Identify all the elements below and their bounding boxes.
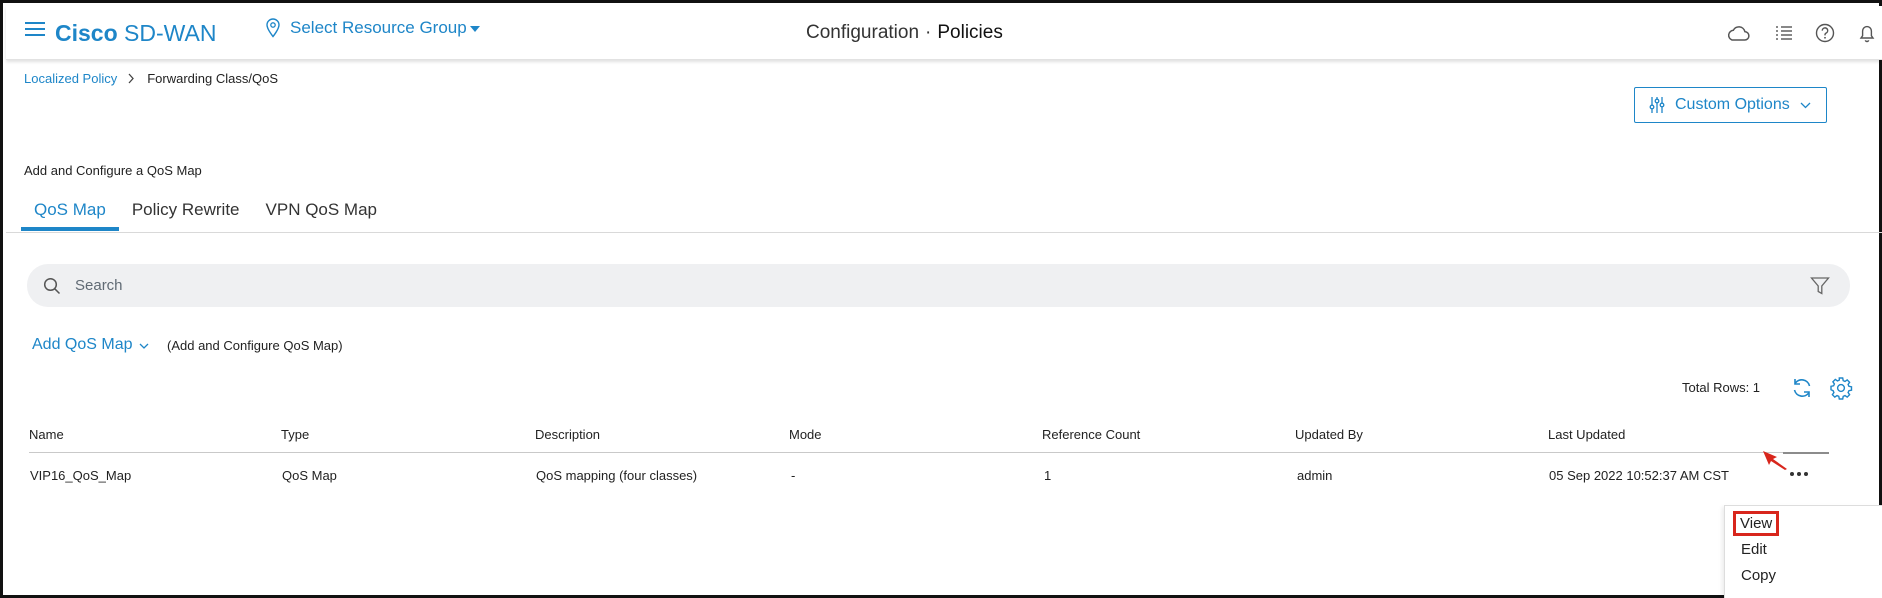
page-title-page: Policies	[937, 22, 1003, 43]
cloud-icon[interactable]	[1725, 21, 1751, 45]
column-header-type[interactable]: Type	[281, 427, 309, 442]
column-header-mode[interactable]: Mode	[789, 427, 822, 442]
more-options-icon[interactable]	[1787, 465, 1811, 483]
tab-policy-rewrite[interactable]: Policy Rewrite	[119, 193, 253, 231]
caret-down-icon	[469, 26, 480, 32]
column-header-name[interactable]: Name	[29, 427, 64, 442]
chevron-right-icon	[128, 73, 135, 84]
tab-qos-map[interactable]: QoS Map	[21, 193, 119, 231]
help-icon[interactable]	[1812, 21, 1838, 45]
add-qos-map-label: Add QoS Map	[32, 336, 133, 353]
cell-name: VIP16_QoS_Map	[30, 468, 132, 483]
chevron-down-icon	[139, 343, 148, 349]
refresh-icon[interactable]	[1790, 376, 1814, 400]
search-bar	[27, 264, 1850, 307]
sliders-icon	[1649, 97, 1665, 113]
brand-bold: Cisco	[55, 20, 118, 46]
table-header-divider	[29, 452, 1829, 453]
location-pin-icon	[266, 18, 280, 38]
chevron-down-icon	[1800, 102, 1811, 108]
total-rows: Total Rows: 1	[1682, 380, 1761, 395]
section-label: Add and Configure a QoS Map	[24, 163, 202, 178]
app-frame: Cisco SD-WAN Select Resource Group Confi…	[0, 0, 1882, 598]
task-list-icon[interactable]	[1771, 21, 1797, 45]
table-header-divider-accent	[1783, 452, 1829, 454]
search-icon	[43, 277, 61, 294]
page-title-separator: ·	[925, 22, 932, 43]
column-header-last-updated[interactable]: Last Updated	[1548, 427, 1625, 442]
hamburger-icon[interactable]	[25, 22, 45, 38]
row-action-menu: View Edit Copy	[1724, 505, 1882, 598]
tab-bar: QoS Map Policy Rewrite VPN QoS Map	[21, 193, 390, 233]
breadcrumb: Localized Policy Forwarding Class/QoS	[24, 71, 278, 86]
search-input[interactable]	[75, 270, 1725, 301]
top-header: Cisco SD-WAN Select Resource Group Confi…	[6, 6, 1882, 60]
cell-type: QoS Map	[282, 468, 337, 483]
resource-group-label: Select Resource Group	[290, 18, 467, 37]
breadcrumb-localized-policy[interactable]: Localized Policy	[24, 71, 117, 86]
column-header-reference-count[interactable]: Reference Count	[1042, 427, 1140, 442]
add-description: (Add and Configure QoS Map)	[167, 338, 343, 353]
menu-item-edit[interactable]: Edit	[1735, 539, 1773, 560]
cell-mode: -	[791, 468, 796, 483]
bell-icon[interactable]	[1854, 21, 1880, 45]
resource-group-selector[interactable]: Select Resource Group	[266, 18, 480, 38]
tab-divider	[6, 232, 1882, 233]
brand-rest: SD-WAN	[124, 20, 217, 46]
breadcrumb-current: Forwarding Class/QoS	[147, 71, 278, 86]
cell-last-updated: 05 Sep 2022 10:52:37 AM CST	[1549, 468, 1729, 483]
cell-description: QoS mapping (four classes)	[536, 468, 698, 483]
page-title-section: Configuration	[806, 22, 920, 43]
gear-icon[interactable]	[1829, 376, 1853, 400]
cell-reference-count: 1	[1044, 468, 1052, 483]
custom-options-label: Custom Options	[1675, 96, 1790, 113]
red-arrow-annotation-icon	[1763, 451, 1787, 470]
cell-updated-by: admin	[1297, 468, 1333, 483]
brand-logo[interactable]: Cisco SD-WAN	[55, 20, 216, 47]
column-header-description[interactable]: Description	[535, 427, 600, 442]
menu-item-view[interactable]: View	[1733, 511, 1780, 536]
filter-icon[interactable]	[1810, 276, 1830, 296]
column-header-updated-by[interactable]: Updated By	[1295, 427, 1363, 442]
tab-vpn-qos-map[interactable]: VPN QoS Map	[253, 193, 391, 231]
page-title: Configuration · Policies	[806, 22, 1003, 44]
add-qos-map-button[interactable]: Add QoS Map	[32, 336, 149, 354]
menu-item-copy[interactable]: Copy	[1735, 565, 1782, 586]
custom-options-button[interactable]: Custom Options	[1634, 87, 1827, 123]
